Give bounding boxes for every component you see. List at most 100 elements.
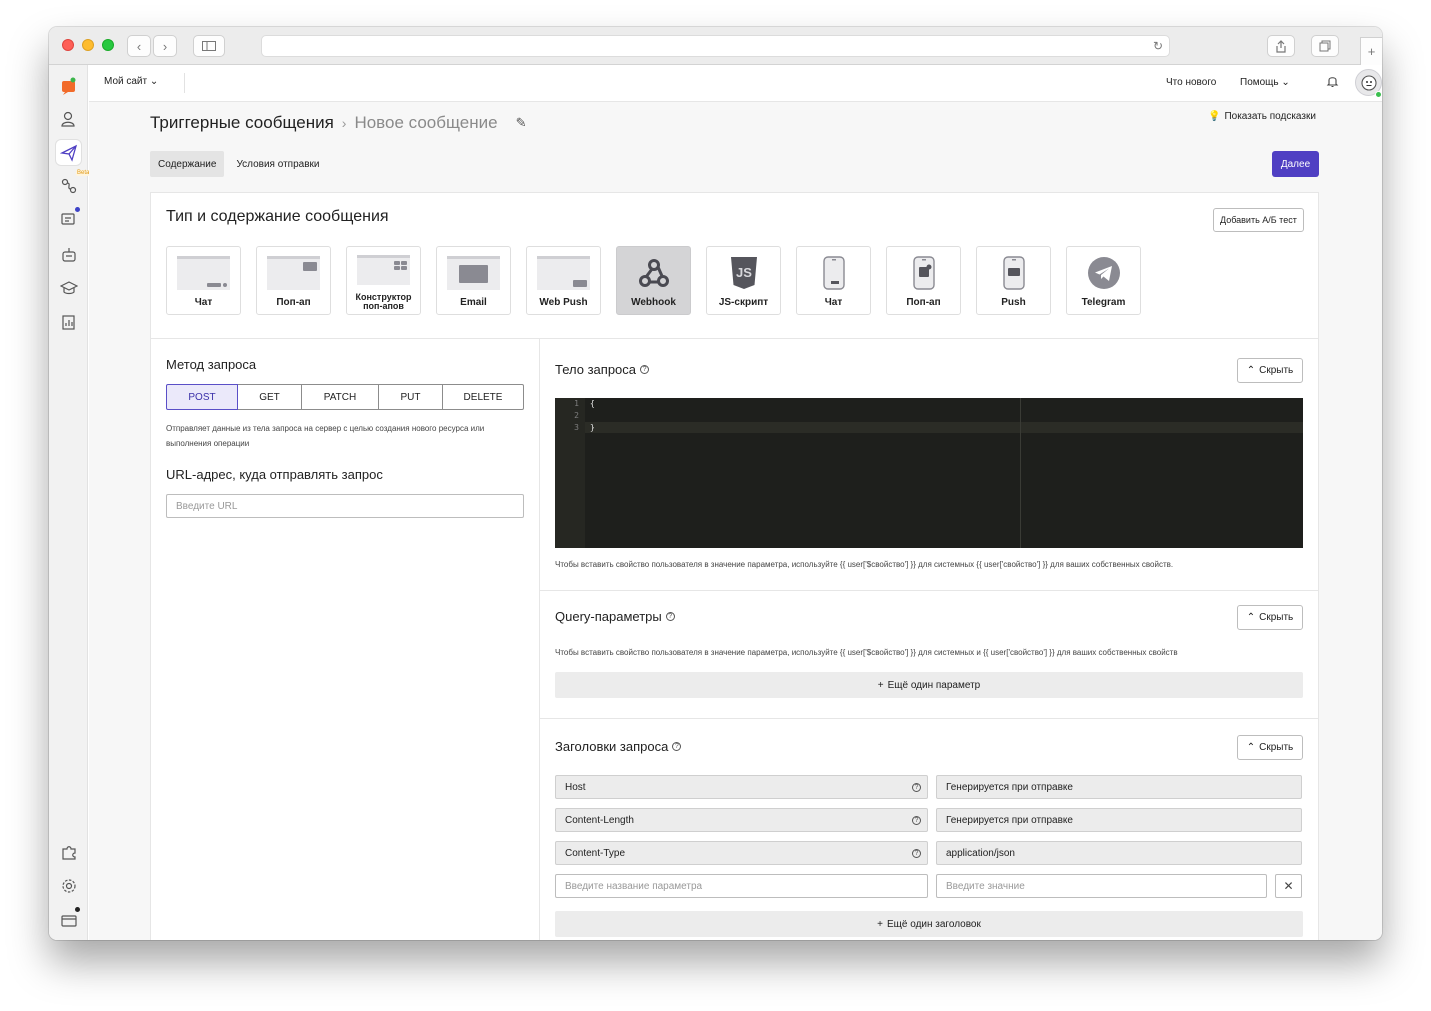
sidebar-item-messages[interactable] xyxy=(56,140,81,165)
show-hints-label: Показать подсказки xyxy=(1224,111,1316,122)
sidebar-item-academy[interactable] xyxy=(56,275,81,300)
tab-send-conditions[interactable]: Условия отправки xyxy=(228,151,327,177)
address-bar[interactable]: ↻ xyxy=(261,35,1170,57)
type-label: Email xyxy=(460,297,487,308)
editor-gutter xyxy=(555,398,585,548)
line-number: 2 xyxy=(574,411,579,420)
sidebar-item-billing[interactable] xyxy=(56,907,81,932)
telegram-icon xyxy=(1087,257,1120,289)
pencil-icon[interactable]: ✎ xyxy=(516,115,527,131)
breadcrumb-root-link[interactable]: Триггерные сообщения xyxy=(150,113,334,133)
new-tab-button[interactable]: + xyxy=(1360,37,1382,65)
zoom-window-button[interactable] xyxy=(102,39,114,51)
sidebar-item-settings[interactable] xyxy=(56,873,81,898)
main-content: Триггерные сообщения › Новое сообщение ✎… xyxy=(89,102,1382,940)
sidebar-item-integrations[interactable] xyxy=(56,839,81,864)
method-get[interactable]: GET xyxy=(238,384,302,410)
help-circle-icon[interactable]: ? xyxy=(912,815,921,825)
method-patch[interactable]: PATCH xyxy=(302,384,379,410)
site-selector[interactable]: Мой сайт ⌄ xyxy=(104,76,158,87)
type-telegram[interactable]: Telegram xyxy=(1066,246,1141,315)
headers-hide-button[interactable]: ⌃ Скрыть xyxy=(1237,735,1303,760)
type-mobile-popup[interactable]: Поп-ап xyxy=(886,246,961,315)
type-web-push[interactable]: Web Push xyxy=(526,246,601,315)
type-js-script[interactable]: JS JS-скрипт xyxy=(706,246,781,315)
new-header-name-input[interactable]: Введите название параметра xyxy=(555,874,928,898)
query-hide-label: Скрыть xyxy=(1259,612,1294,623)
minimize-window-button[interactable] xyxy=(82,39,94,51)
type-mobile-chat[interactable]: Чат xyxy=(796,246,871,315)
remove-header-button[interactable]: ✕ xyxy=(1275,874,1302,898)
close-window-button[interactable] xyxy=(62,39,74,51)
help-circle-icon[interactable]: ? xyxy=(912,848,921,858)
next-button[interactable]: Далее xyxy=(1272,151,1319,177)
query-hint: Чтобы вставить свойство пользователя в з… xyxy=(555,648,1178,657)
sidebar-toggle-button[interactable] xyxy=(193,35,225,57)
type-popup-builder[interactable]: Конструктор поп-апов xyxy=(346,246,421,315)
app-logo[interactable] xyxy=(56,73,81,98)
new-header-value-input[interactable]: Введите значние xyxy=(936,874,1267,898)
type-email[interactable]: Email xyxy=(436,246,511,315)
help-circle-icon[interactable]: ? xyxy=(912,782,921,792)
mobile-push-icon xyxy=(1002,256,1025,290)
body-section-title: Тело запроса ? xyxy=(555,362,650,377)
type-mobile-push[interactable]: Push xyxy=(976,246,1051,315)
method-post[interactable]: POST xyxy=(166,384,238,410)
flow-icon xyxy=(61,178,76,193)
sidebar-item-users[interactable] xyxy=(56,106,81,131)
lightbulb-icon: 💡 xyxy=(1208,111,1221,122)
js-icon: JS xyxy=(730,257,757,289)
add-ab-test-button[interactable]: Добавить А/Б тест xyxy=(1213,208,1304,232)
method-put[interactable]: PUT xyxy=(379,384,443,410)
page-tabs: Содержание Условия отправки xyxy=(150,151,327,177)
breadcrumb: Триггерные сообщения › Новое сообщение ✎ xyxy=(150,113,527,133)
paper-plane-icon xyxy=(59,144,77,162)
mobile-chat-icon xyxy=(822,256,845,290)
chevron-up-icon: ⌃ xyxy=(1246,365,1256,376)
chevron-up-icon: ⌃ xyxy=(1246,742,1256,753)
add-query-param-button[interactable]: + Ещё один параметр xyxy=(555,672,1303,698)
logo-icon xyxy=(61,77,75,95)
graduation-cap-icon xyxy=(59,280,78,294)
query-hide-button[interactable]: ⌃ Скрыть xyxy=(1237,605,1303,630)
header-value-field: Генерируется при отправке xyxy=(936,808,1302,832)
type-web-chat[interactable]: Чат xyxy=(166,246,241,315)
type-label: Webhook xyxy=(631,297,676,308)
forward-button[interactable]: › xyxy=(153,35,177,57)
plus-icon: + xyxy=(877,918,883,930)
headers-section-title: Заголовки запроса ? xyxy=(555,739,682,754)
tabs-overview-button[interactable] xyxy=(1311,35,1339,57)
sidebar-item-conversations[interactable] xyxy=(56,207,81,232)
show-hints-toggle[interactable]: 💡 Показать подсказки xyxy=(1208,111,1316,122)
back-button[interactable]: ‹ xyxy=(127,35,151,57)
help-circle-icon[interactable]: ? xyxy=(672,742,682,751)
sidebar-item-automation[interactable]: Beta xyxy=(56,170,91,198)
notifications-button[interactable] xyxy=(1326,74,1339,91)
header-key-field: Host ? xyxy=(555,775,928,799)
type-web-popup[interactable]: Поп-ап xyxy=(256,246,331,315)
help-circle-icon[interactable]: ? xyxy=(665,612,675,621)
tab-content[interactable]: Содержание xyxy=(150,151,225,177)
site-selector-label: Мой сайт xyxy=(104,76,148,87)
whats-new-link[interactable]: Что нового xyxy=(1166,77,1216,88)
method-delete[interactable]: DELETE xyxy=(443,384,524,410)
plus-icon: + xyxy=(1367,44,1376,59)
svg-text:JS: JS xyxy=(736,265,752,280)
type-webhook[interactable]: Webhook xyxy=(616,246,691,315)
help-menu[interactable]: Помощь ⌄ xyxy=(1240,77,1290,88)
sidebar-item-reports[interactable] xyxy=(56,309,81,334)
help-circle-icon[interactable]: ? xyxy=(640,365,650,374)
editor-print-margin xyxy=(1020,398,1021,548)
type-label: Поп-ап xyxy=(276,297,311,308)
chevron-right-icon: › xyxy=(162,38,168,54)
type-label: Чат xyxy=(824,297,843,308)
reload-icon[interactable]: ↻ xyxy=(1153,39,1163,53)
body-hide-button[interactable]: ⌃ Скрыть xyxy=(1237,358,1303,383)
url-input[interactable]: Введите URL xyxy=(166,494,524,518)
plus-icon: + xyxy=(877,679,884,691)
sidebar-item-bots[interactable] xyxy=(56,241,81,266)
add-header-button[interactable]: + Ещё один заголовок xyxy=(555,911,1303,937)
share-button[interactable] xyxy=(1267,35,1295,57)
code-editor[interactable]: 1 2 3 { } xyxy=(555,398,1303,548)
popup-builder-icon xyxy=(357,255,410,285)
